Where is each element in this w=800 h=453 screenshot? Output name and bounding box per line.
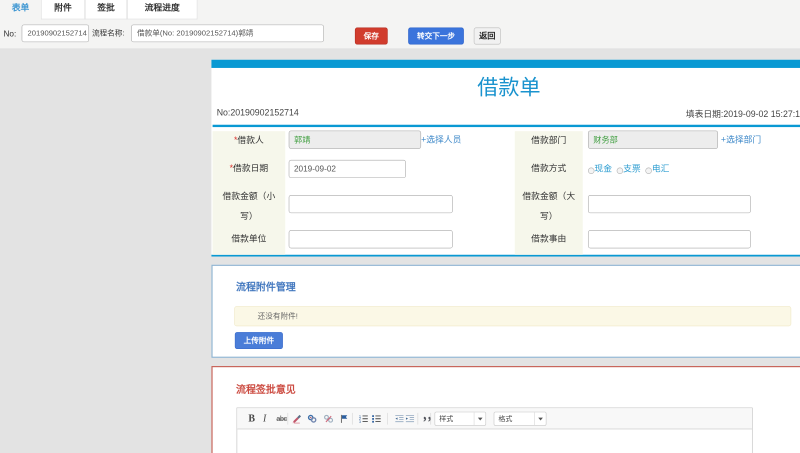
svg-text:3: 3 [359, 420, 361, 423]
